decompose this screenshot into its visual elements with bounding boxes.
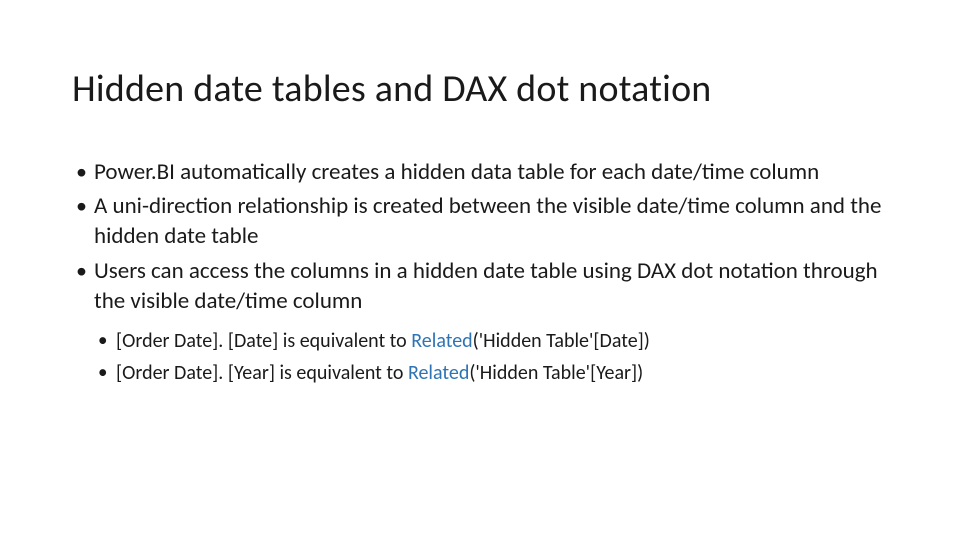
- bullet-item: A uni-direction relationship is created …: [94, 191, 888, 256]
- bullet-item: Power.BI automatically creates a hidden …: [94, 157, 888, 191]
- slide-title: Hidden date tables and DAX dot notation: [72, 68, 888, 111]
- dax-keyword: Related: [411, 329, 472, 353]
- bullet-item: Users can access the columns in a hidden…: [94, 256, 888, 321]
- sub-bullet-text: [Order Date]. [Year] is equivalent to: [116, 361, 408, 385]
- sub-bullet-text: [Order Date]. [Date] is equivalent to: [116, 329, 411, 353]
- sub-bullet-item: [Order Date]. [Year] is equivalent to Re…: [116, 360, 888, 392]
- sub-bullet-text: ('Hidden Table'[Date]): [473, 329, 650, 353]
- slide: Hidden date tables and DAX dot notation …: [0, 0, 960, 540]
- dax-keyword: Related: [408, 361, 469, 385]
- sub-bullet-item: [Order Date]. [Date] is equivalent to Re…: [116, 328, 888, 360]
- sub-bullet-text: ('Hidden Table'[Year]): [469, 361, 643, 385]
- bullet-list-level-1: Power.BI automatically creates a hidden …: [72, 157, 888, 321]
- bullet-list-level-2: [Order Date]. [Date] is equivalent to Re…: [72, 328, 888, 391]
